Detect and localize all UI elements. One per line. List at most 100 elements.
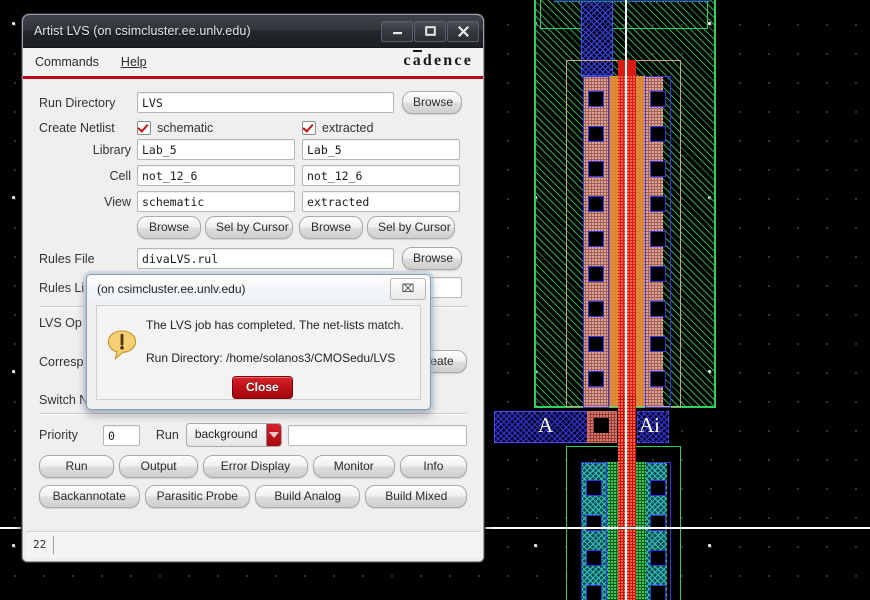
run-directory-input[interactable]: LVS xyxy=(137,92,394,113)
checkbox-check-icon xyxy=(302,121,316,135)
contact xyxy=(588,371,604,387)
run-button[interactable]: Run xyxy=(39,455,115,478)
warning-icon xyxy=(107,330,137,360)
extracted-browse-button[interactable]: Browse xyxy=(299,216,363,239)
cell-schematic-input[interactable]: not_12_6 xyxy=(137,165,295,186)
poly-flank-right-top xyxy=(636,76,644,406)
library-schematic-input[interactable]: Lab_5 xyxy=(137,139,295,160)
extracted-checkbox[interactable]: extracted xyxy=(302,121,373,135)
window-title: Artist LVS (on csimcluster.ee.unlv.edu) xyxy=(34,24,251,38)
contact xyxy=(650,91,666,107)
cell-extracted-input[interactable]: not_12_6 xyxy=(302,165,460,186)
run-directory-browse-button[interactable]: Browse xyxy=(402,91,462,114)
build-analog-button[interactable]: Build Analog xyxy=(255,485,361,508)
priority-input[interactable]: 0 xyxy=(103,424,140,446)
rules-file-browse-button[interactable]: Browse xyxy=(402,247,462,270)
nwell-inner-ring-top xyxy=(540,0,708,29)
contact xyxy=(588,336,604,352)
info-button[interactable]: Info xyxy=(399,455,467,478)
rules-file-input[interactable]: divaLVS.rul xyxy=(137,248,394,269)
build-mixed-button[interactable]: Build Mixed xyxy=(365,485,467,508)
run-mode-value: background xyxy=(194,427,258,441)
contact xyxy=(650,336,666,352)
nimplant-band-right xyxy=(636,462,646,600)
view-extracted-input[interactable]: extracted xyxy=(302,191,460,212)
run-mode-select[interactable]: background xyxy=(185,423,282,447)
nimplant-band-left xyxy=(608,462,618,600)
schematic-sel-by-cursor-button[interactable]: Sel by Cursor xyxy=(205,216,293,239)
contact xyxy=(586,550,602,566)
contact xyxy=(650,266,666,282)
backannotate-button[interactable]: Backannotate xyxy=(39,485,140,508)
contact xyxy=(650,161,666,177)
cell-label: Cell xyxy=(109,168,131,183)
checkbox-check-icon xyxy=(137,121,151,135)
window-title-bar[interactable]: Artist LVS (on csimcluster.ee.unlv.edu) xyxy=(23,15,483,48)
run-directory-row: Run Directory LVS Browse xyxy=(39,91,467,114)
contact xyxy=(650,515,666,531)
library-extracted-input[interactable]: Lab_5 xyxy=(302,139,460,160)
create-netlist-label: Create Netlist xyxy=(39,121,115,135)
pin-label-ai: Ai xyxy=(639,413,660,437)
schematic-browse-button[interactable]: Browse xyxy=(137,216,201,239)
dialog-title: (on csimcluster.ee.unlv.edu) xyxy=(97,281,246,296)
extracted-sel-by-cursor-button[interactable]: Sel by Cursor xyxy=(367,216,455,239)
poly-gate-bottom xyxy=(618,440,636,600)
library-label: Library xyxy=(92,142,131,157)
action-row-2: Backannotate Parasitic Probe Build Analo… xyxy=(39,485,467,508)
contact xyxy=(586,480,602,496)
metal-rail-top xyxy=(554,0,710,2)
chevron-down-icon[interactable] xyxy=(265,424,281,446)
run-directory-label: Run Directory xyxy=(39,95,116,110)
dialog-title-bar[interactable]: (on csimcluster.ee.unlv.edu) ⌧ xyxy=(87,275,430,302)
dialog-body: The LVS job has completed. The net-lists… xyxy=(96,305,421,400)
dialog-close-button[interactable]: Close xyxy=(232,376,293,399)
dialog-message-line-1: The LVS job has completed. The net-lists… xyxy=(146,318,404,332)
contact xyxy=(588,126,604,142)
view-schematic-input[interactable]: schematic xyxy=(137,191,295,212)
contact xyxy=(650,550,666,566)
priority-label: Priority xyxy=(39,428,78,442)
status-count: 22 xyxy=(26,536,55,554)
maximize-button[interactable] xyxy=(414,20,446,42)
menu-help[interactable]: Help xyxy=(121,55,147,69)
pin-label-a: A xyxy=(538,413,554,437)
menu-commands[interactable]: Commands xyxy=(35,55,99,69)
form-divider-2 xyxy=(39,413,467,415)
extracted-checkbox-label: extracted xyxy=(322,121,374,135)
contact xyxy=(650,196,666,212)
dialog-message-line-2: Run Directory: /home/solanos3/CMOSedu/LV… xyxy=(146,351,396,365)
create-netlist-row: Create Netlist schematic extracted xyxy=(39,121,467,135)
rules-file-row: Rules File divaLVS.rul Browse xyxy=(39,247,467,270)
dialog-close-icon[interactable]: ⌧ xyxy=(390,277,426,300)
contact xyxy=(588,91,604,107)
contact xyxy=(588,196,604,212)
monitor-button[interactable]: Monitor xyxy=(312,455,395,478)
contact xyxy=(650,301,666,317)
contact xyxy=(594,418,609,433)
close-button[interactable] xyxy=(447,20,479,42)
parasitic-probe-button[interactable]: Parasitic Probe xyxy=(144,485,250,508)
menu-help-label: Help xyxy=(120,55,147,69)
lvs-result-dialog[interactable]: (on csimcluster.ee.unlv.edu) ⌧ The LVS j… xyxy=(86,274,431,410)
error-display-button[interactable]: Error Display xyxy=(203,455,308,478)
run-command-input[interactable] xyxy=(287,424,467,446)
contact xyxy=(588,231,604,247)
menu-bar[interactable]: Commands Help cadence xyxy=(23,48,483,76)
contact xyxy=(586,515,602,531)
contact xyxy=(650,126,666,142)
output-button[interactable]: Output xyxy=(119,455,199,478)
run-mode-label: Run xyxy=(155,428,179,442)
contact xyxy=(586,585,602,600)
contact xyxy=(650,585,666,600)
schematic-checkbox[interactable]: schematic xyxy=(137,121,302,135)
minimize-button[interactable] xyxy=(381,20,413,42)
library-row: Library Lab_5 Lab_5 xyxy=(39,139,467,160)
status-bar: 22 xyxy=(26,531,480,558)
cell-row: Cell not_12_6 not_12_6 xyxy=(39,165,467,186)
cadence-logo: cadence xyxy=(403,52,473,69)
contact xyxy=(588,161,604,177)
contact xyxy=(650,371,666,387)
contact xyxy=(650,231,666,247)
poly-gate-texture-top xyxy=(618,76,636,406)
